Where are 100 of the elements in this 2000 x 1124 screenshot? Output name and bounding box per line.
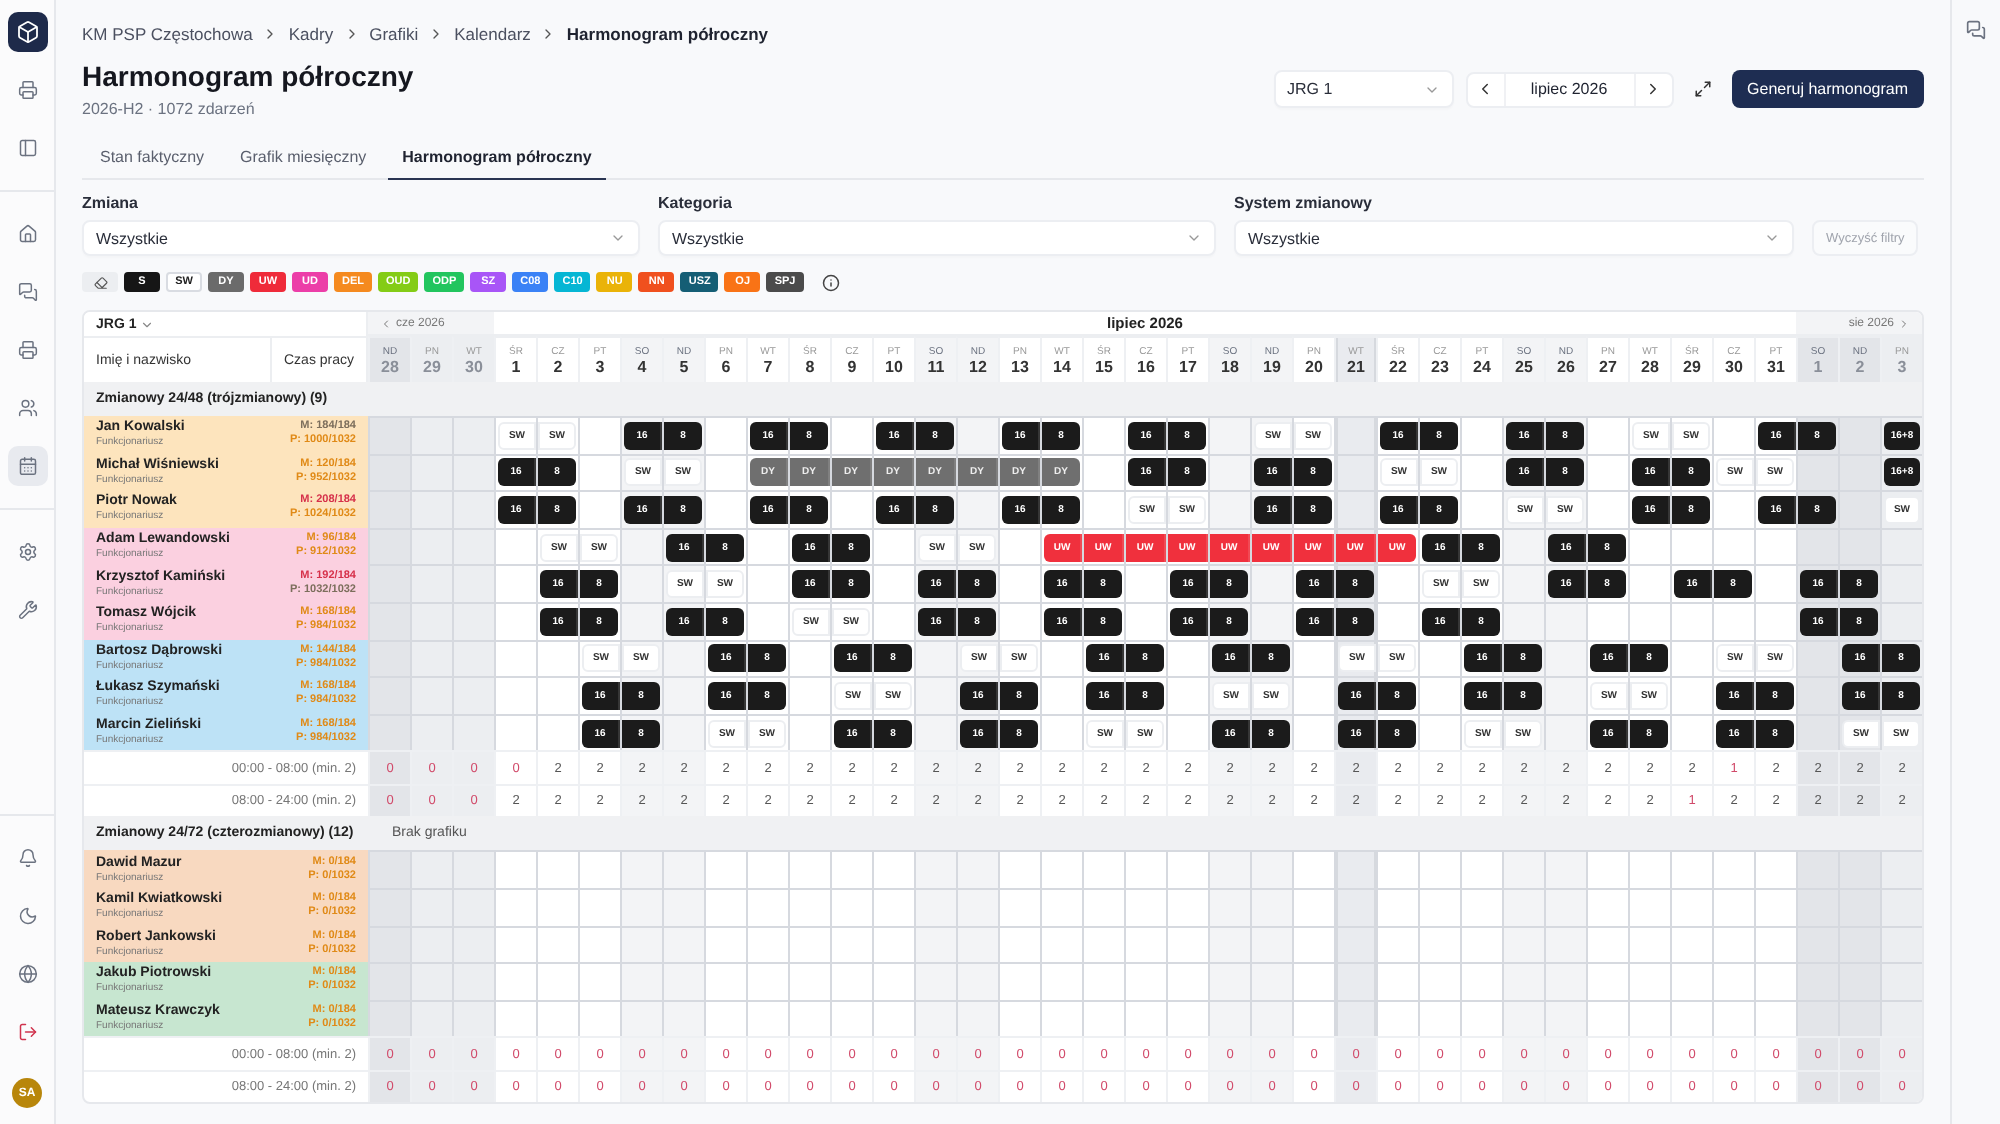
schedule-cell[interactable] xyxy=(410,713,452,751)
schedule-cell[interactable] xyxy=(914,999,956,1037)
schedule-cell[interactable] xyxy=(452,713,494,751)
schedule-cell[interactable] xyxy=(1292,713,1334,751)
schedule-cell[interactable] xyxy=(494,962,536,1000)
schedule-cell[interactable] xyxy=(1082,850,1124,888)
schedule-cell[interactable] xyxy=(1376,999,1418,1037)
schedule-cell[interactable] xyxy=(1376,962,1418,1000)
schedule-cell[interactable] xyxy=(1880,999,1922,1037)
schedule-cell[interactable] xyxy=(1670,676,1712,714)
schedule-cell[interactable] xyxy=(1418,676,1460,714)
schedule-cell[interactable] xyxy=(830,999,872,1037)
schedule-cell[interactable] xyxy=(1166,713,1208,751)
schedule-cell[interactable] xyxy=(1628,999,1670,1037)
schedule-cell[interactable] xyxy=(452,925,494,963)
breadcrumb-link[interactable]: Harmonogram półroczny xyxy=(566,24,769,44)
schedule-cell[interactable] xyxy=(1334,416,1376,454)
schedule-cell[interactable] xyxy=(452,850,494,888)
schedule-cell[interactable] xyxy=(1418,925,1460,963)
schedule-cell[interactable] xyxy=(998,850,1040,888)
schedule-cell[interactable] xyxy=(1208,850,1250,888)
schedule-cell[interactable] xyxy=(452,962,494,1000)
schedule-cell[interactable] xyxy=(1544,639,1586,677)
schedule-cell[interactable] xyxy=(494,639,536,677)
schedule-cell[interactable] xyxy=(578,962,620,1000)
schedule-cell[interactable] xyxy=(1292,676,1334,714)
schedule-cell[interactable] xyxy=(536,713,578,751)
schedule-cell[interactable] xyxy=(1586,925,1628,963)
schedule-cell[interactable] xyxy=(1712,925,1754,963)
schedule-cell[interactable] xyxy=(914,887,956,926)
schedule-cell[interactable] xyxy=(704,999,746,1037)
schedule-cell[interactable] xyxy=(1754,527,1796,565)
schedule-cell[interactable] xyxy=(1502,850,1544,888)
schedule-cell[interactable] xyxy=(788,850,830,888)
schedule-cell[interactable] xyxy=(1334,453,1376,491)
schedule-cell[interactable] xyxy=(578,999,620,1037)
schedule-cell[interactable] xyxy=(1502,887,1544,926)
schedule-cell[interactable] xyxy=(620,601,662,640)
schedule-cell[interactable] xyxy=(1712,999,1754,1037)
schedule-cell[interactable] xyxy=(1544,713,1586,751)
schedule-cell[interactable] xyxy=(956,490,998,528)
schedule-cell[interactable] xyxy=(1838,490,1880,528)
schedule-cell[interactable] xyxy=(1292,999,1334,1037)
schedule-cell[interactable] xyxy=(1880,564,1922,602)
schedule-cell[interactable] xyxy=(494,601,536,640)
schedule-cell[interactable] xyxy=(998,999,1040,1037)
schedule-cell[interactable] xyxy=(914,925,956,963)
logo-icon[interactable] xyxy=(7,12,47,52)
schedule-cell[interactable] xyxy=(1334,962,1376,1000)
schedule-cell[interactable] xyxy=(1670,713,1712,751)
schedule-cell[interactable] xyxy=(914,850,956,888)
schedule-cell[interactable] xyxy=(998,527,1040,565)
schedule-cell[interactable] xyxy=(1712,850,1754,888)
schedule-cell[interactable] xyxy=(368,925,410,963)
schedule-cell[interactable] xyxy=(494,527,536,565)
schedule-cell[interactable] xyxy=(1460,962,1502,1000)
schedule-cell[interactable] xyxy=(1796,999,1838,1037)
info-icon[interactable] xyxy=(821,273,840,291)
schedule-cell[interactable] xyxy=(1040,962,1082,1000)
schedule-cell[interactable] xyxy=(1460,999,1502,1037)
schedule-cell[interactable] xyxy=(1712,527,1754,565)
schedule-cell[interactable] xyxy=(1796,639,1838,677)
schedule-cell[interactable] xyxy=(1796,453,1838,491)
schedule-cell[interactable] xyxy=(1376,564,1418,602)
schedule-cell[interactable] xyxy=(1334,999,1376,1037)
schedule-cell[interactable] xyxy=(1460,925,1502,963)
schedule-cell[interactable] xyxy=(1040,887,1082,926)
schedule-cell[interactable] xyxy=(368,676,410,714)
schedule-cell[interactable] xyxy=(704,925,746,963)
schedule-cell[interactable] xyxy=(662,887,704,926)
expand-icon[interactable] xyxy=(1693,80,1712,98)
schedule-cell[interactable] xyxy=(1670,850,1712,888)
schedule-cell[interactable] xyxy=(1586,601,1628,640)
schedule-cell[interactable] xyxy=(452,999,494,1037)
schedule-cell[interactable] xyxy=(872,962,914,1000)
schedule-cell[interactable] xyxy=(1082,999,1124,1037)
schedule-cell[interactable] xyxy=(1250,601,1292,640)
schedule-cell[interactable] xyxy=(452,453,494,491)
schedule-cell[interactable] xyxy=(830,925,872,963)
schedule-cell[interactable] xyxy=(1082,925,1124,963)
schedule-cell[interactable] xyxy=(956,925,998,963)
tab[interactable]: Stan faktyczny xyxy=(86,138,219,180)
schedule-cell[interactable] xyxy=(1544,850,1586,888)
schedule-cell[interactable] xyxy=(1208,962,1250,1000)
schedule-cell[interactable] xyxy=(830,962,872,1000)
schedule-cell[interactable] xyxy=(410,416,452,454)
schedule-cell[interactable] xyxy=(1082,887,1124,926)
filter-select[interactable]: Wszystkie xyxy=(1234,220,1794,256)
schedule-cell[interactable] xyxy=(746,564,788,602)
generate-button[interactable]: Generuj harmonogram xyxy=(1731,70,1924,108)
filter-select[interactable]: Wszystkie xyxy=(82,220,640,256)
schedule-cell[interactable] xyxy=(1754,850,1796,888)
schedule-cell[interactable] xyxy=(788,676,830,714)
schedule-cell[interactable] xyxy=(1628,887,1670,926)
schedule-cell[interactable] xyxy=(1880,527,1922,565)
schedule-cell[interactable] xyxy=(1502,999,1544,1037)
schedule-cell[interactable] xyxy=(368,527,410,565)
schedule-cell[interactable] xyxy=(1292,850,1334,888)
schedule-cell[interactable] xyxy=(452,639,494,677)
schedule-cell[interactable] xyxy=(1208,887,1250,926)
